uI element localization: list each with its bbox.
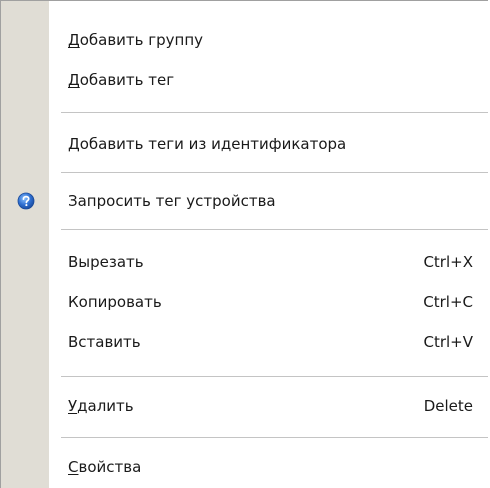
menu-item-label: Удалить [68,397,134,415]
menu-item-paste[interactable]: Вставить Ctrl+V [1,325,489,359]
menu-item-shortcut: Ctrl+C [423,293,473,311]
menu-item-shortcut: Ctrl+V [423,333,473,351]
menu-item-properties[interactable]: Свойства [1,450,489,484]
menu-item-delete[interactable]: Удалить Delete [1,389,489,423]
menu-item-label: Запросить тег устройства [68,192,276,210]
menu-item-label: Добавить группу [68,31,204,49]
menu-item-cut[interactable]: Вырезать Ctrl+X [1,245,489,279]
menu-item-label: Вырезать [68,253,144,271]
menu-item-add-tags-from-id[interactable]: Добавить теги из идентификатора [1,127,489,161]
menu-item-label: Добавить теги из идентификатора [68,135,347,153]
menu-item-label: Вставить [68,333,141,351]
menu-item-query-device-tag[interactable]: Запросить тег устройства [1,184,489,218]
menu-item-add-tag[interactable]: Добавить тег [1,63,489,97]
menu-separator [61,437,488,439]
menu-item-copy[interactable]: Копировать Ctrl+C [1,285,489,319]
menu-item-add-group[interactable]: Добавить группу [1,23,489,57]
menu-item-shortcut: Delete [423,397,473,415]
menu-item-shortcut: Ctrl+X [423,253,473,271]
context-menu: Добавить группу Добавить тег Добавить те… [0,0,488,488]
menu-item-label: Добавить тег [68,71,175,89]
menu-separator [61,376,488,378]
menu-item-label: Свойства [68,458,142,476]
menu-item-label: Копировать [68,293,162,311]
menu-separator [61,112,488,114]
menu-separator [61,229,488,231]
help-icon [17,192,35,210]
menu-separator [61,172,488,174]
